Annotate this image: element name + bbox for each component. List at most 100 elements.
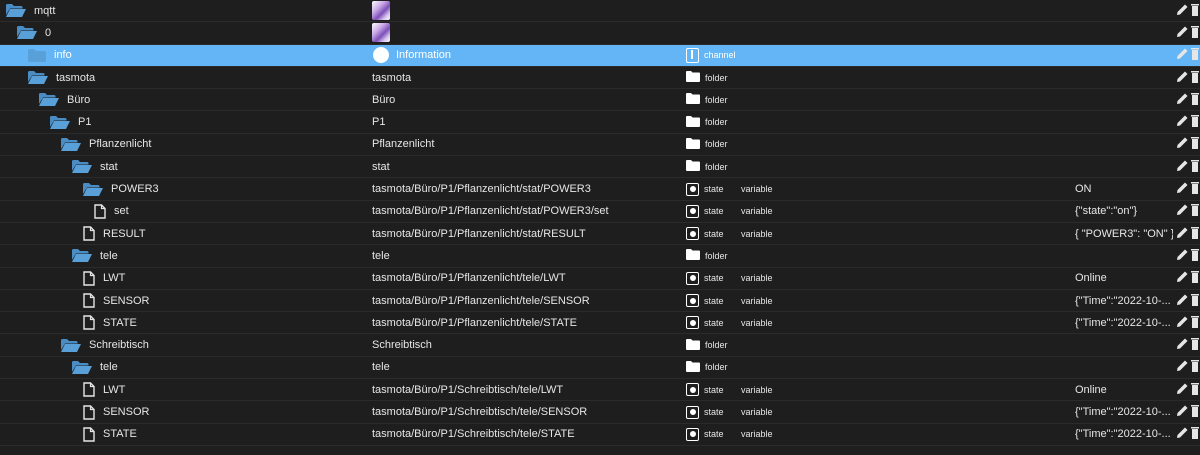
delete-trash-icon[interactable] bbox=[1189, 359, 1199, 375]
object-name-cell[interactable]: tasmota bbox=[0, 67, 396, 88]
delete-trash-icon[interactable] bbox=[1189, 203, 1199, 219]
edit-pencil-icon[interactable] bbox=[1176, 3, 1189, 19]
object-type-label: folder bbox=[705, 161, 728, 172]
edit-pencil-icon[interactable] bbox=[1176, 426, 1189, 442]
tree-row[interactable]: LWT tasmota/Büro/P1/Pflanzenlicht/tele/LW… bbox=[0, 268, 1200, 290]
tree-row[interactable]: tele tele folder bbox=[0, 357, 1200, 380]
edit-pencil-icon[interactable] bbox=[1176, 248, 1189, 264]
tree-row[interactable]: Pflanzenlicht Pflanzenlicht folder bbox=[0, 134, 1200, 157]
folder-open-icon[interactable] bbox=[72, 160, 92, 174]
delete-trash-icon[interactable] bbox=[1189, 136, 1199, 152]
file-icon[interactable] bbox=[94, 204, 106, 219]
object-name-cell[interactable]: Pflanzenlicht bbox=[0, 134, 429, 155]
delete-trash-icon[interactable] bbox=[1189, 382, 1199, 398]
edit-pencil-icon[interactable] bbox=[1176, 270, 1189, 286]
object-name-cell[interactable]: 0 bbox=[0, 22, 385, 43]
edit-pencil-icon[interactable] bbox=[1176, 404, 1189, 420]
tree-row[interactable]: RESULT tasmota/Büro/P1/Pflanzenlicht/stat… bbox=[0, 223, 1200, 246]
tree-row[interactable]: LWT tasmota/Büro/P1/Schreibtisch/tele/LWT… bbox=[0, 379, 1200, 402]
file-icon[interactable] bbox=[83, 315, 95, 331]
delete-trash-icon[interactable] bbox=[1189, 270, 1199, 286]
edit-pencil-icon[interactable] bbox=[1176, 382, 1189, 398]
object-value-cell[interactable]: {"Time":"2022-10-... bbox=[1075, 312, 1173, 333]
object-name-cell[interactable]: Büro bbox=[0, 89, 407, 110]
folder-open-icon[interactable] bbox=[61, 137, 81, 151]
folder-open-icon[interactable] bbox=[6, 4, 26, 18]
folder-open-icon[interactable] bbox=[50, 115, 70, 129]
object-value-cell[interactable]: { "POWER3": "ON" } bbox=[1075, 223, 1173, 244]
delete-trash-icon[interactable] bbox=[1189, 426, 1199, 442]
delete-trash-icon[interactable] bbox=[1189, 70, 1199, 86]
folder-open-icon[interactable] bbox=[72, 249, 92, 263]
delete-trash-icon[interactable] bbox=[1189, 315, 1199, 331]
folder-open-icon[interactable] bbox=[61, 338, 81, 352]
object-name-cell[interactable]: Schreibtisch bbox=[0, 335, 429, 356]
file-icon[interactable] bbox=[83, 427, 95, 442]
tree-row[interactable]: mqtt bbox=[0, 0, 1200, 23]
tree-row[interactable]: SENSOR tasmota/Büro/P1/Schreibtisch/tele/… bbox=[0, 401, 1200, 424]
tree-row[interactable]: STATE tasmota/Büro/P1/Schreibtisch/tele/S… bbox=[0, 424, 1200, 446]
file-icon[interactable] bbox=[83, 382, 95, 397]
object-value-cell[interactable]: ON bbox=[1075, 178, 1173, 199]
tree-row[interactable]: STATE tasmota/Büro/P1/Pflanzenlicht/tele/… bbox=[0, 312, 1200, 335]
edit-pencil-icon[interactable] bbox=[1176, 359, 1189, 375]
folder-open-icon[interactable] bbox=[83, 182, 103, 196]
edit-pencil-icon[interactable] bbox=[1176, 47, 1189, 63]
folder-icon[interactable] bbox=[28, 48, 46, 62]
file-icon[interactable] bbox=[83, 404, 95, 420]
folder-open-icon[interactable] bbox=[28, 71, 48, 85]
object-id-label: stat bbox=[100, 160, 118, 173]
tree-row[interactable]: tasmota tasmota folder bbox=[0, 67, 1200, 90]
delete-trash-icon[interactable] bbox=[1189, 47, 1199, 63]
tree-row[interactable]: Büro Büro folder bbox=[0, 89, 1200, 112]
tree-row[interactable]: stat stat folder bbox=[0, 156, 1200, 179]
edit-pencil-icon[interactable] bbox=[1176, 25, 1189, 41]
object-value-cell[interactable]: {"Time":"2022-10-... bbox=[1075, 290, 1173, 311]
object-value-cell[interactable]: {"state":"on"} bbox=[1075, 201, 1173, 222]
delete-trash-icon[interactable] bbox=[1189, 159, 1199, 175]
object-value-cell[interactable]: {"Time":"2022-10-... bbox=[1075, 424, 1173, 445]
edit-pencil-icon[interactable] bbox=[1176, 159, 1189, 175]
tree-row[interactable]: SENSOR tasmota/Büro/P1/Pflanzenlicht/tele… bbox=[0, 290, 1200, 313]
edit-pencil-icon[interactable] bbox=[1176, 114, 1189, 130]
edit-pencil-icon[interactable] bbox=[1176, 92, 1189, 108]
delete-trash-icon[interactable] bbox=[1189, 337, 1199, 353]
edit-pencil-icon[interactable] bbox=[1176, 315, 1189, 331]
tree-row[interactable]: tele tele folder bbox=[0, 245, 1200, 268]
folder-open-icon[interactable] bbox=[17, 26, 37, 40]
delete-trash-icon[interactable] bbox=[1189, 404, 1199, 420]
edit-pencil-icon[interactable] bbox=[1176, 181, 1189, 197]
edit-pencil-icon[interactable] bbox=[1176, 136, 1189, 152]
object-title-text: P1 bbox=[372, 116, 386, 129]
file-icon[interactable] bbox=[83, 226, 95, 241]
tree-row[interactable]: info i Information channel bbox=[0, 44, 1200, 67]
delete-trash-icon[interactable] bbox=[1189, 181, 1199, 197]
object-value-cell[interactable]: Online bbox=[1075, 268, 1173, 289]
edit-pencil-icon[interactable] bbox=[1176, 70, 1189, 86]
tree-row[interactable]: set tasmota/Büro/P1/Pflanzenlicht/stat/PO… bbox=[0, 201, 1200, 223]
delete-trash-icon[interactable] bbox=[1189, 3, 1199, 19]
delete-trash-icon[interactable] bbox=[1189, 293, 1199, 309]
object-name-cell[interactable]: mqtt bbox=[0, 0, 374, 21]
tree-row[interactable]: Schreibtisch Schreibtisch folder bbox=[0, 335, 1200, 357]
folder-open-icon[interactable] bbox=[72, 360, 92, 374]
edit-pencil-icon[interactable] bbox=[1176, 203, 1189, 219]
tree-row[interactable]: P1 P1 folder bbox=[0, 112, 1200, 134]
edit-pencil-icon[interactable] bbox=[1176, 226, 1189, 242]
object-value-cell[interactable]: Online bbox=[1075, 379, 1173, 400]
edit-pencil-icon[interactable] bbox=[1176, 337, 1189, 353]
folder-open-icon[interactable] bbox=[39, 93, 59, 107]
file-icon[interactable] bbox=[83, 271, 95, 286]
delete-trash-icon[interactable] bbox=[1189, 248, 1199, 264]
tree-row[interactable]: 0 bbox=[0, 22, 1200, 45]
delete-trash-icon[interactable] bbox=[1189, 226, 1199, 242]
delete-trash-icon[interactable] bbox=[1189, 92, 1199, 108]
object-name-cell[interactable]: P1 bbox=[0, 112, 418, 133]
object-name-cell[interactable]: info bbox=[0, 45, 396, 66]
object-value-cell[interactable]: {"Time":"2022-10-... bbox=[1075, 401, 1173, 422]
file-icon[interactable] bbox=[83, 293, 95, 308]
delete-trash-icon[interactable] bbox=[1189, 25, 1199, 41]
tree-row[interactable]: POWER3 tasmota/Büro/P1/Pflanzenlicht/stat… bbox=[0, 178, 1200, 201]
edit-pencil-icon[interactable] bbox=[1176, 293, 1189, 309]
delete-trash-icon[interactable] bbox=[1189, 114, 1199, 130]
